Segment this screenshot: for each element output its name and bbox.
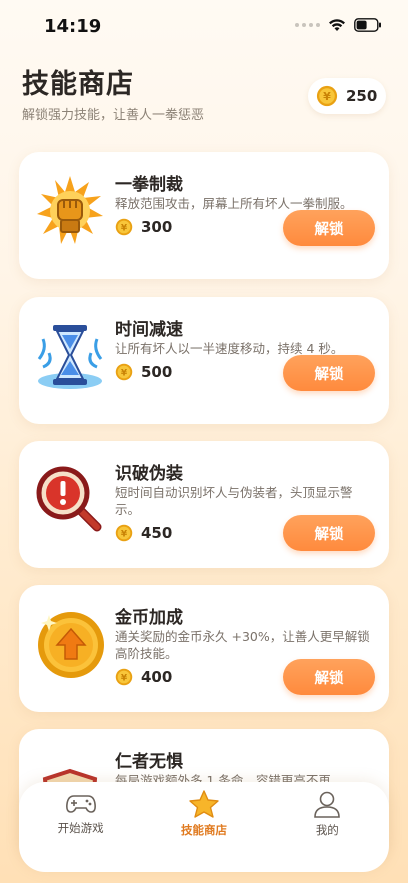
skill-name: 时间减速 (115, 320, 183, 340)
skill-name: 一拳制裁 (115, 175, 183, 195)
svg-text:¥: ¥ (121, 529, 128, 539)
skill-price: ¥ 450 (115, 524, 172, 542)
skill-price-value: 500 (141, 363, 173, 381)
svg-text:¥: ¥ (121, 368, 128, 378)
skill-price-value: 300 (141, 218, 173, 236)
svg-text:¥: ¥ (121, 673, 128, 683)
page-subtitle: 解锁强力技能，让善人一拳惩恶 (22, 108, 205, 123)
tab-label: 开始游戏 (57, 821, 104, 835)
bottom-tab-bar: 开始游戏 技能商店 我的 (19, 782, 389, 872)
status-icons (295, 18, 382, 32)
svg-text:¥: ¥ (323, 90, 331, 103)
coin-icon: ¥ (316, 85, 338, 107)
svg-text:¥: ¥ (121, 223, 128, 233)
skill-card-slow-time: 时间减速 让所有坏人以一半速度移动，持续 4 秒。 ¥ 500 解锁 (19, 297, 389, 424)
wifi-icon (328, 18, 346, 32)
skill-price: ¥ 500 (115, 363, 172, 381)
unlock-button-reveal-disguise[interactable]: 解锁 (283, 515, 375, 551)
status-bar: 14:19 (0, 0, 408, 54)
star-icon (189, 790, 219, 818)
skill-price: ¥ 300 (115, 218, 172, 236)
tab-skill-shop[interactable]: 技能商店 (142, 782, 265, 872)
coin-icon: ¥ (115, 668, 133, 686)
coin-icon: ¥ (115, 363, 133, 381)
skill-price-value: 400 (141, 668, 173, 686)
unlock-button-coin-bonus[interactable]: 解锁 (283, 659, 375, 695)
gold-coin-arrow-icon (33, 607, 107, 681)
unlock-button-slow-time[interactable]: 解锁 (283, 355, 375, 391)
skill-card-coin-bonus: 金币加成 通关奖励的金币永久 +30%，让善人更早解锁高阶技能。 ¥ 400 解… (19, 585, 389, 712)
coin-balance-value: 250 (346, 87, 378, 105)
hourglass-icon (33, 319, 107, 393)
golden-fist-icon (33, 174, 107, 248)
skill-card-reveal-disguise: 识破伪装 短时间自动识别坏人与伪装者，头顶显示警示。 ¥ 450 解锁 (19, 441, 389, 568)
skill-card-punch: 一拳制裁 释放范围攻击，屏幕上所有坏人一拳制服。 ¥ 300 解锁 (19, 152, 389, 279)
skill-price-value: 450 (141, 524, 173, 542)
magnifier-warning-icon (33, 463, 107, 537)
tab-label: 我的 (315, 823, 339, 837)
battery-icon (354, 18, 382, 32)
tab-me[interactable]: 我的 (266, 782, 389, 872)
tab-start-game[interactable]: 开始游戏 (19, 782, 142, 872)
skill-name: 仁者无惧 (115, 752, 183, 772)
coin-balance: ¥ 250 (308, 78, 386, 114)
tab-label: 技能商店 (180, 823, 227, 837)
skill-description: 短时间自动识别坏人与伪装者，头顶显示警示。 (115, 485, 353, 517)
skill-price: ¥ 400 (115, 668, 172, 686)
unlock-button-punch[interactable]: 解锁 (283, 210, 375, 246)
page-title: 技能商店 (22, 69, 134, 100)
cellular-signal-icon (295, 23, 320, 27)
status-time: 14:19 (44, 16, 102, 37)
skill-name: 金币加成 (115, 608, 183, 628)
gamepad-icon (65, 790, 96, 816)
skill-name: 识破伪装 (115, 464, 183, 484)
coin-icon: ¥ (115, 524, 133, 542)
user-icon (312, 790, 342, 818)
coin-icon: ¥ (115, 218, 133, 236)
skill-description: 通关奖励的金币永久 +30%，让善人更早解锁高阶技能。 (115, 629, 370, 661)
